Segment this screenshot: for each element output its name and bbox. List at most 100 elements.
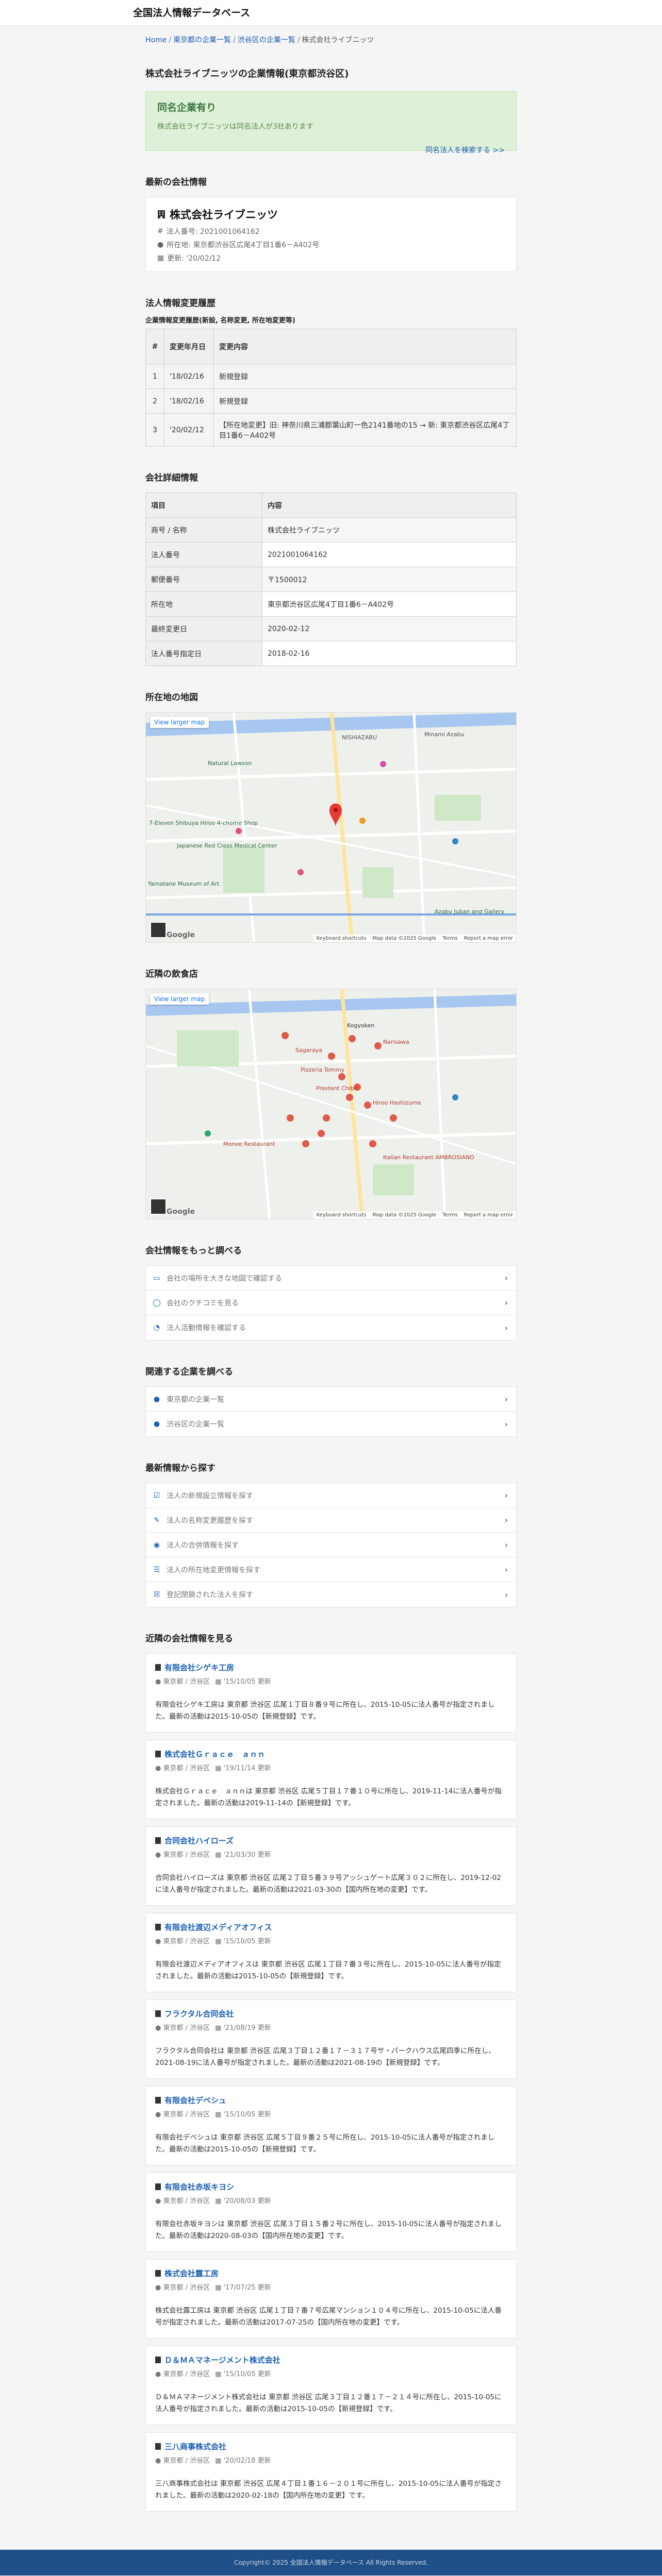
nearby-company-desc: 有限会社シゲキ工房は 東京都 渋谷区 広尾１丁目８番９号に所在し、2015-10… <box>155 1701 495 1721</box>
nearby-company-name: フラクタル合同会社 <box>164 2009 234 2019</box>
terms-link[interactable]: Terms <box>442 1212 457 1218</box>
update-date: 更新: '20/02/12 <box>167 255 221 263</box>
more-list: ▭ 会社の場所を大きな地図で確認する › ◯ 会社のクチコミを見る › ◔ 法人活動情報を確認… <box>145 1265 517 1341</box>
same-name-search-link[interactable]: 同名法人を検索する >> <box>425 146 505 155</box>
latest-search-list: ☑ 法人の新規設立情報を探す › ✎ 法人の名称変更履歴を探す › ◉ 法人の合併情報を探す ›… <box>145 1483 517 1607</box>
nearby-company-date: '19/11/14 更新 <box>223 1765 271 1772</box>
keyboard-shortcuts-link[interactable]: Keyboard shortcuts <box>317 936 367 941</box>
nearby-company-link[interactable]: 合同会社ハイローズ <box>155 1835 507 1846</box>
report-error-link[interactable]: Report a map error <box>464 936 513 941</box>
list-item[interactable]: ◔ 法人活動情報を確認する › <box>146 1315 516 1340</box>
list-item[interactable]: ▭ 会社の場所を大きな地図で確認する › <box>146 1266 516 1291</box>
nearby-company-link[interactable]: 三八商事株式会社 <box>155 2441 507 2452</box>
nearby-company-location: 東京都 / 渋谷区 <box>163 2370 210 2378</box>
site-header: 全国法人情報データベース <box>0 0 662 26</box>
view-larger-map-link[interactable]: View larger map <box>150 717 209 728</box>
nearby-heading: 近隣の会社情報を見る <box>145 1634 233 1644</box>
nearby-company-desc: 有限会社デベシュは 東京都 渋谷区 広尾５丁目９番２５号に所在し、2015-10… <box>155 2133 495 2154</box>
table-row: 3 '20/02/12 【所在地変更】旧: 神奈川県三浦郡葉山町一色2141番地… <box>145 413 517 447</box>
building-icon <box>155 1751 161 1757</box>
nearby-company-link[interactable]: Ｄ＆ＭＡマネージメント株式会社 <box>155 2354 507 2365</box>
view-larger-map-link[interactable]: View larger map <box>150 993 209 1005</box>
nearby-company-location: 東京都 / 渋谷区 <box>163 1851 210 1859</box>
keyboard-shortcuts-link[interactable]: Keyboard shortcuts <box>317 1212 367 1218</box>
list-item[interactable]: ◉ 法人の合併情報を探す › <box>146 1533 516 1557</box>
nearby-company-link[interactable]: 有限会社シゲキ工房 <box>155 1662 507 1673</box>
list-item[interactable]: ☑ 法人の新規設立情報を探す › <box>146 1483 516 1508</box>
nearby-company-card: 有限会社シゲキ工房 ● 東京都 / 渋谷区 ▦ '15/10/05 更新 有限会社シゲ… <box>145 1653 517 1733</box>
map-satellite-toggle[interactable] <box>150 1198 167 1215</box>
restaurants-map[interactable]: View larger map Sagaraya Kogyoken Narisa… <box>145 989 517 1219</box>
nearby-company-link[interactable]: 有限会社デベシュ <box>155 2095 507 2106</box>
nearby-company-desc: 合同会社ハイローズは 東京都 渋谷区 広尾２丁目５番３９号アッシュゲート広尾３０… <box>155 1874 501 1894</box>
list-item-label: 法人活動情報を確認する <box>167 1324 246 1332</box>
nearby-company-name: 合同会社ハイローズ <box>164 1836 234 1845</box>
breadcrumb-current: 株式会社ライブニッツ <box>302 36 374 44</box>
detail-value: 2020-02-12 <box>262 616 517 641</box>
google-logo: Google <box>167 931 195 939</box>
list-item-label: 法人の新規設立情報を探す <box>167 1492 253 1500</box>
map-footer: Keyboard shortcuts Map data ©2025 Google… <box>313 935 516 942</box>
list-item-label: 会社のクチコミを見る <box>167 1299 239 1308</box>
nearby-company-name: 有限会社赤坂キヨシ <box>164 2182 235 2192</box>
nearby-company-link[interactable]: フラクタル合同会社 <box>155 2008 507 2019</box>
building-icon <box>155 2357 161 2363</box>
restaurants-heading: 近隣の飲食店 <box>145 969 198 979</box>
detail-value: 株式会社ライブニッツ <box>262 517 517 543</box>
nearby-company-date: '15/10/05 更新 <box>223 2370 271 2378</box>
list-item[interactable]: ☰ 法人の所在地変更情報を探す › <box>146 1557 516 1582</box>
same-name-alert: 同名企業有り 株式会社ライブニッツは同名法人が3社あります 同名法人を検索する … <box>145 91 517 155</box>
site-title[interactable]: 全国法人情報データベース <box>133 7 250 19</box>
building-icon <box>155 1924 161 1930</box>
building-icon <box>158 210 165 218</box>
table-row: 1 '18/02/16 新規登録 <box>145 364 517 389</box>
location-pin-icon: ● <box>155 1678 161 1686</box>
nearby-company-location: 東京都 / 渋谷区 <box>163 2024 210 2032</box>
chevron-right-icon: › <box>504 1589 508 1600</box>
map-label: Prestent Chibo <box>316 1085 358 1092</box>
nearby-company-location: 東京都 / 渋谷区 <box>163 1938 210 1945</box>
list-item[interactable]: ☒ 登記閉鎖された法人を探す › <box>146 1582 516 1607</box>
table-row: 商号 / 名称 株式会社ライブニッツ <box>145 517 517 543</box>
report-error-link[interactable]: Report a map error <box>464 1212 513 1218</box>
nearby-list: 有限会社シゲキ工房 ● 東京都 / 渋谷区 ▦ '15/10/05 更新 有限会社シゲ… <box>145 1653 517 2512</box>
map-label: Japanese Red Cross Medical Center <box>177 842 277 849</box>
nearby-company-link[interactable]: 有限会社渡辺メディアオフィス <box>155 1922 507 1933</box>
list-item[interactable]: ● 渋谷区の企業一覧 › <box>146 1412 516 1436</box>
list-item[interactable]: ● 東京都の企業一覧 › <box>146 1387 516 1412</box>
nearby-company-card: 有限会社渡辺メディアオフィス ● 東京都 / 渋谷区 ▦ '15/10/05 更新有… <box>145 1913 517 1992</box>
map-satellite-toggle[interactable] <box>150 922 167 938</box>
map-canvas[interactable] <box>146 989 517 1219</box>
list-item-label: 法人の合併情報を探す <box>167 1541 239 1550</box>
nearby-company-location: 東京都 / 渋谷区 <box>163 2111 210 2119</box>
map-data-text: Map data ©2025 Google <box>372 936 437 941</box>
nearby-company-location: 東京都 / 渋谷区 <box>163 1765 210 1772</box>
detail-value: 2018-02-16 <box>262 641 517 666</box>
building-icon <box>155 2270 161 2277</box>
list-item[interactable]: ✎ 法人の名称変更履歴を探す › <box>146 1508 516 1533</box>
history-date: '18/02/16 <box>164 388 214 414</box>
building-icon <box>155 2010 161 2017</box>
terms-link[interactable]: Terms <box>442 936 457 941</box>
nearby-company-name: 三八商事株式会社 <box>164 2442 227 2451</box>
details-col-content: 内容 <box>262 493 517 518</box>
nearby-company-link[interactable]: 有限会社赤坂キヨシ <box>155 2181 507 2192</box>
location-pin-icon: ● <box>155 2370 161 2378</box>
nearby-company-desc: 三八商事株式会社は 東京都 渋谷区 広尾４丁目１番１６－２０１号に所在し、201… <box>155 2480 502 2500</box>
breadcrumb-pref[interactable]: 東京都の企業一覧 <box>173 36 231 44</box>
nearby-company-link[interactable]: 株式会社Ｇｒａｃｅ ａｎｎ <box>155 1749 507 1759</box>
breadcrumb-city[interactable]: 渋谷区の企業一覧 <box>238 36 295 44</box>
map-footer: Keyboard shortcuts Map data ©2025 Google… <box>313 1211 516 1219</box>
nearby-company-date: '20/08/03 更新 <box>223 2197 271 2205</box>
nearby-company-card: 株式会社露工房 ● 東京都 / 渋谷区 ▦ '17/07/25 更新 株式会社露工房は… <box>145 2259 517 2338</box>
location-map[interactable]: View larger map Natural Lawson 7-Eleven … <box>145 712 517 943</box>
sign-icon: ☰ <box>153 1565 160 1574</box>
detail-key: 法人番号指定日 <box>145 641 262 666</box>
breadcrumb-home[interactable]: Home <box>145 36 167 44</box>
hash-icon: # <box>157 227 163 235</box>
nearby-company-date: '20/02/18 更新 <box>223 2457 271 2465</box>
nearby-company-link[interactable]: 株式会社露工房 <box>155 2268 507 2279</box>
building-icon <box>155 1664 161 1671</box>
list-item[interactable]: ◯ 会社のクチコミを見る › <box>146 1291 516 1315</box>
chevron-right-icon: › <box>504 1515 508 1525</box>
